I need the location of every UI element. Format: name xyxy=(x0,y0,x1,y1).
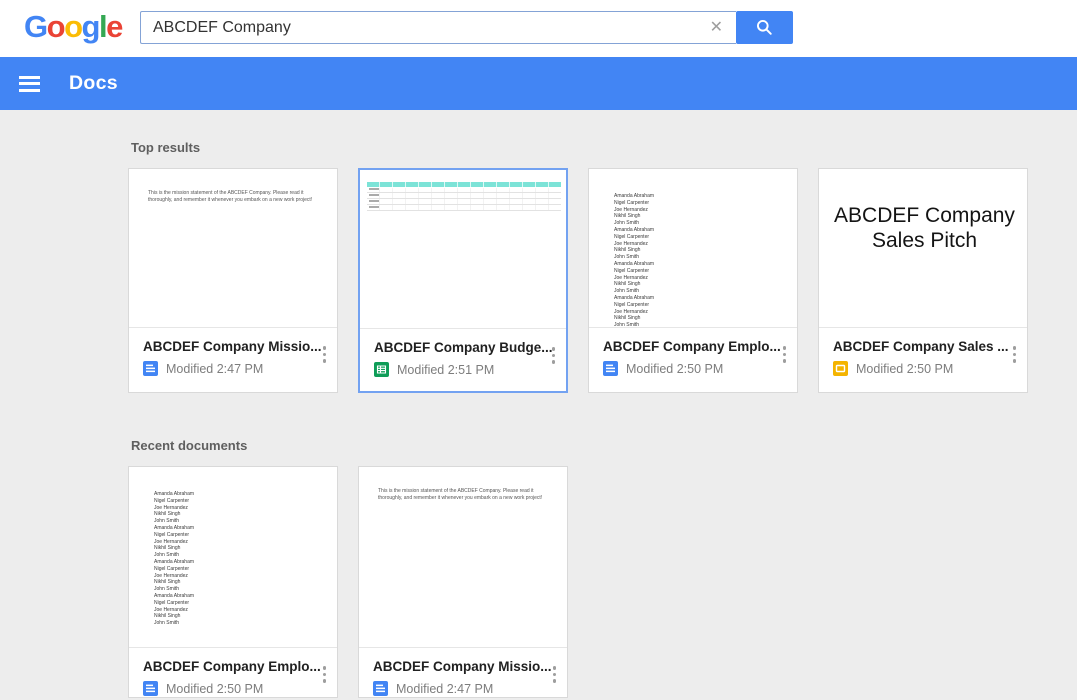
doc-thumbnail: ABCDEF Company Sales Pitch xyxy=(819,169,1027,328)
doc-thumbnail: Amanda AbrahamNigel CarpenterJoe Hernand… xyxy=(129,467,337,648)
doc-title: ABCDEF Company Missio... xyxy=(373,659,553,674)
top-results-row: This is the mission statement of the ABC… xyxy=(128,168,1077,393)
more-options-icon[interactable] xyxy=(549,344,559,367)
doc-title: ABCDEF Company Emplo... xyxy=(603,339,783,354)
search-icon xyxy=(755,18,774,37)
docs-icon xyxy=(603,361,618,376)
more-options-icon[interactable] xyxy=(320,343,330,366)
app-bar: Docs xyxy=(0,57,1077,110)
doc-modified: Modified 2:51 PM xyxy=(397,363,494,377)
doc-modified: Modified 2:47 PM xyxy=(166,362,263,376)
spreadsheet-preview xyxy=(367,182,561,211)
doc-modified: Modified 2:50 PM xyxy=(626,362,723,376)
thumbnail-text: This is the mission statement of the ABC… xyxy=(378,488,554,502)
more-options-icon[interactable] xyxy=(780,343,790,366)
docs-icon xyxy=(373,681,388,696)
doc-thumbnail: This is the mission statement of the ABC… xyxy=(359,467,567,648)
doc-thumbnail: Amanda AbrahamNigel CarpenterJoe Hernand… xyxy=(589,169,797,328)
doc-card-mission[interactable]: This is the mission statement of the ABC… xyxy=(128,168,338,393)
app-title: Docs xyxy=(69,72,118,95)
google-logo[interactable]: Google xyxy=(24,9,122,45)
doc-thumbnail: This is the mission statement of the ABC… xyxy=(129,169,337,328)
recent-documents-row: Amanda AbrahamNigel CarpenterJoe Hernand… xyxy=(128,466,1077,698)
doc-card-sales-pitch[interactable]: ABCDEF Company Sales Pitch ABCDEF Compan… xyxy=(818,168,1028,393)
top-search-bar: Google ✕ xyxy=(0,0,1077,57)
results-area: Top results This is the mission statemen… xyxy=(0,110,1077,700)
doc-card-employees[interactable]: Amanda AbrahamNigel CarpenterJoe Hernand… xyxy=(588,168,798,393)
search-form: ✕ xyxy=(140,11,793,44)
doc-title: ABCDEF Company Budge... xyxy=(374,340,552,355)
more-options-icon[interactable] xyxy=(320,663,330,686)
menu-icon[interactable] xyxy=(19,76,40,92)
doc-modified: Modified 2:50 PM xyxy=(856,362,953,376)
section-label-recent-documents: Recent documents xyxy=(131,438,1077,453)
search-button[interactable] xyxy=(736,11,793,44)
doc-modified: Modified 2:47 PM xyxy=(396,682,493,696)
doc-title: ABCDEF Company Missio... xyxy=(143,339,323,354)
slides-icon xyxy=(833,361,848,376)
clear-search-icon[interactable]: ✕ xyxy=(710,18,723,37)
sheets-icon xyxy=(374,362,389,377)
section-label-top-results: Top results xyxy=(131,140,1077,155)
docs-icon xyxy=(143,681,158,696)
doc-card-budget[interactable]: ABCDEF Company Budge... Modified 2:51 PM xyxy=(358,168,568,393)
doc-title: ABCDEF Company Sales ... xyxy=(833,339,1013,354)
thumbnail-text: This is the mission statement of the ABC… xyxy=(148,190,324,204)
doc-thumbnail xyxy=(360,170,566,329)
doc-title: ABCDEF Company Emplo... xyxy=(143,659,323,674)
search-input[interactable] xyxy=(140,11,736,44)
doc-card-mission-recent[interactable]: This is the mission statement of the ABC… xyxy=(358,466,568,698)
more-options-icon[interactable] xyxy=(550,663,560,686)
thumbnail-text: ABCDEF Company Sales Pitch xyxy=(819,169,1027,253)
doc-card-employees-recent[interactable]: Amanda AbrahamNigel CarpenterJoe Hernand… xyxy=(128,466,338,698)
doc-modified: Modified 2:50 PM xyxy=(166,682,263,696)
more-options-icon[interactable] xyxy=(1010,343,1020,366)
docs-icon xyxy=(143,361,158,376)
